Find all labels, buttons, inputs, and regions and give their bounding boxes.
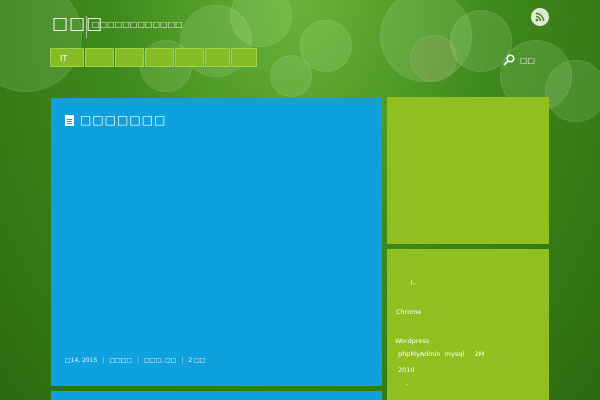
- search-icon: [503, 54, 515, 66]
- sidebar-line: phpMyAdmin mysql 2M: [398, 350, 485, 358]
- sidebar-widget-1: [387, 97, 549, 244]
- post-card: □□□□□□□ □14, 2015 | □□□□ | □□□, □□ | 2 □…: [51, 98, 382, 386]
- post-comments[interactable]: 2 □□: [188, 357, 205, 364]
- post-meta: □14, 2015 | □□□□ | □□□, □□ | 2 □□: [65, 357, 205, 364]
- nav-item-it[interactable]: IT: [50, 48, 84, 67]
- nav-item-3[interactable]: [115, 48, 144, 67]
- sidebar-widget-2: !– Chrome Wordpress phpMyAdmin mysql 2M …: [387, 249, 549, 400]
- post-tags[interactable]: □□□, □□: [144, 357, 176, 364]
- sidebar-line[interactable]: Wordpress: [395, 337, 429, 345]
- sidebar-line: 2010: [398, 366, 415, 374]
- sidebar-line[interactable]: Chrome: [396, 308, 422, 316]
- meta-separator: |: [181, 357, 184, 364]
- nav-item-4[interactable]: [145, 48, 174, 67]
- post-category[interactable]: □□□□: [109, 357, 132, 364]
- document-icon: [65, 114, 74, 126]
- post-date: □14, 2015: [65, 357, 98, 364]
- site-tagline: □□□□□□□□□□□□: [92, 20, 183, 29]
- title-divider: [86, 16, 87, 38]
- next-post-card: [51, 391, 382, 400]
- meta-separator: |: [137, 357, 140, 364]
- nav-item-6[interactable]: [205, 48, 230, 67]
- nav-item-5[interactable]: [175, 48, 204, 67]
- meta-separator: |: [102, 357, 105, 364]
- site-header: □□□ □□□□□□□□□□□□ IT □□: [0, 0, 600, 95]
- rss-icon[interactable]: [531, 8, 549, 26]
- main-nav: IT: [50, 48, 258, 69]
- sidebar-line: -: [406, 380, 409, 388]
- search-label: □□: [520, 55, 536, 65]
- post-title[interactable]: □□□□□□□: [80, 113, 166, 127]
- nav-item-7[interactable]: [231, 48, 257, 67]
- sidebar-line: !–: [410, 279, 416, 287]
- search-toggle[interactable]: □□: [503, 54, 535, 66]
- post-title-row[interactable]: □□□□□□□: [65, 113, 166, 127]
- nav-item-2[interactable]: [85, 48, 114, 67]
